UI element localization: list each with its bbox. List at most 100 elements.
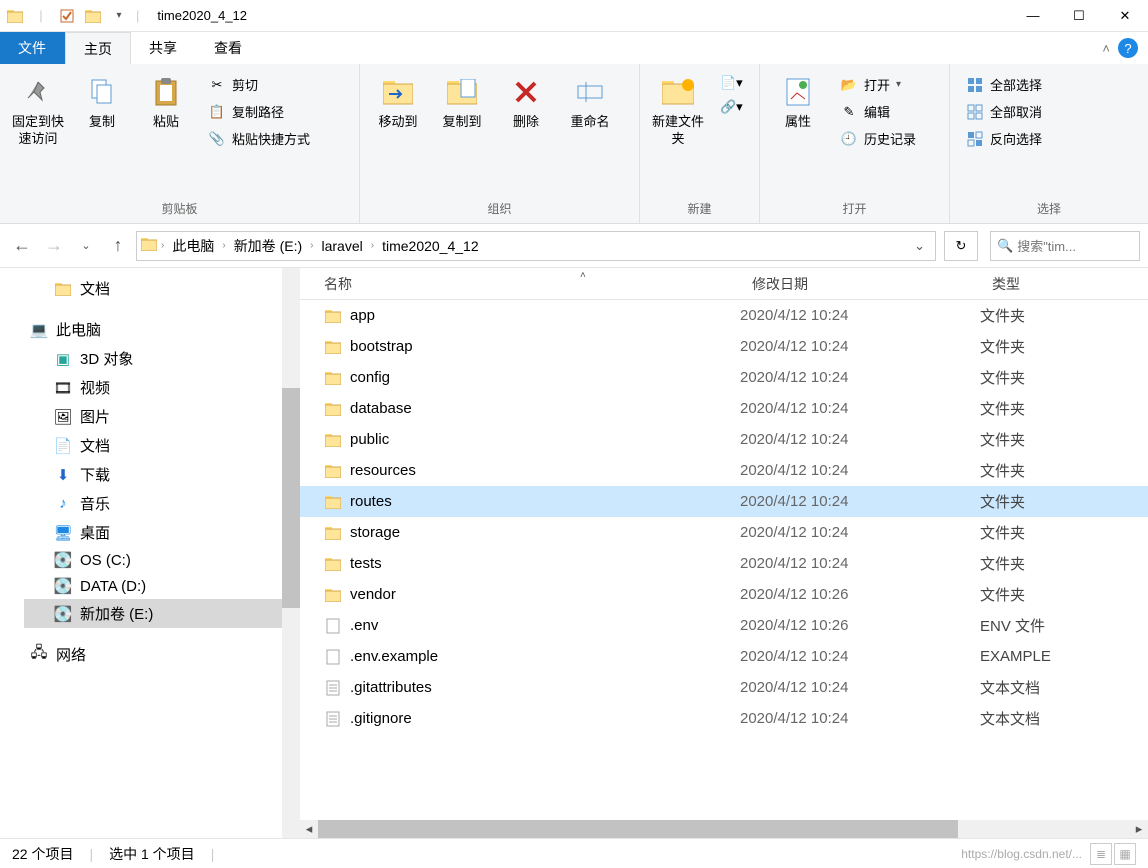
pasteshortcut-button[interactable]: 📎粘贴快捷方式 <box>202 126 316 151</box>
file-row[interactable]: .gitignore2020/4/12 10:24文本文档 <box>300 703 1148 734</box>
col-type[interactable]: 类型 <box>980 274 1148 294</box>
invert-icon <box>966 130 984 148</box>
file-date: 2020/4/12 10:24 <box>740 679 980 696</box>
chevron-right-icon[interactable]: › <box>308 240 315 251</box>
tree-downloads[interactable]: ⬇下载 <box>24 460 300 489</box>
nav-row: ← → ⌄ ↑ › 此电脑 › 新加卷 (E:) › laravel › tim… <box>0 224 1148 268</box>
minimize-button[interactable]: ― <box>1010 0 1056 32</box>
file-row[interactable]: resources2020/4/12 10:24文件夹 <box>300 455 1148 486</box>
paste-button[interactable]: 粘贴 <box>134 70 198 135</box>
tree-documents2[interactable]: 📄文档 <box>24 431 300 460</box>
file-row[interactable]: vendor2020/4/12 10:26文件夹 <box>300 579 1148 610</box>
crumb-drive[interactable]: 新加卷 (E:) <box>230 234 306 258</box>
col-name[interactable]: 名称 <box>300 274 740 294</box>
file-name: resources <box>350 462 416 479</box>
collapse-ribbon-icon[interactable]: ˄ <box>1102 41 1110 56</box>
tree-desktop[interactable]: 🖥桌面 <box>24 518 300 547</box>
close-button[interactable]: ✕ <box>1102 0 1148 32</box>
tab-home[interactable]: 主页 <box>65 32 131 64</box>
open-button[interactable]: 📂打开▾ <box>834 72 922 97</box>
tree-osc[interactable]: 💽OS (C:) <box>24 547 300 573</box>
edit-button[interactable]: ✎编辑 <box>834 99 922 124</box>
breadcrumb-dropdown-icon[interactable]: ⌄ <box>908 238 931 254</box>
moveto-button[interactable]: 移动到 <box>366 70 430 135</box>
chevron-right-icon[interactable]: › <box>369 240 376 251</box>
chevron-right-icon[interactable]: › <box>159 240 166 251</box>
cube-icon: ▣ <box>54 350 72 368</box>
search-input[interactable]: 🔍 搜索"tim... <box>990 231 1140 261</box>
copy-button[interactable]: 复制 <box>70 70 134 135</box>
tree-3dobjects[interactable]: ▣3D 对象 <box>24 344 300 373</box>
file-row[interactable]: public2020/4/12 10:24文件夹 <box>300 424 1148 455</box>
file-row[interactable]: storage2020/4/12 10:24文件夹 <box>300 517 1148 548</box>
copyto-button[interactable]: 复制到 <box>430 70 494 135</box>
newitem-icon[interactable]: 📄▾ <box>714 72 749 94</box>
folder2-qat-icon[interactable] <box>84 7 102 25</box>
tab-view[interactable]: 查看 <box>196 32 261 64</box>
tab-file[interactable]: 文件 <box>0 32 65 64</box>
rename-button[interactable]: 重命名 <box>558 70 622 135</box>
file-list[interactable]: app2020/4/12 10:24文件夹bootstrap2020/4/12 … <box>300 300 1148 820</box>
file-name: tests <box>350 555 382 572</box>
copypath-button[interactable]: 📋复制路径 <box>202 99 316 124</box>
column-headers[interactable]: 名称 修改日期 类型 <box>300 268 1148 300</box>
icons-view-button[interactable]: ▦ <box>1114 843 1136 865</box>
newfolder-button[interactable]: 新建文件夹 <box>646 70 710 152</box>
tree-pictures[interactable]: 🖼图片 <box>24 402 300 431</box>
file-date: 2020/4/12 10:24 <box>740 493 980 510</box>
file-type: EXAMPLE <box>980 648 1148 665</box>
tree-thispc[interactable]: 💻此电脑 <box>24 315 300 344</box>
back-button[interactable]: ← <box>8 232 36 260</box>
file-row[interactable]: .gitattributes2020/4/12 10:24文本文档 <box>300 672 1148 703</box>
scroll-right-icon[interactable]: ▸ <box>1130 820 1148 838</box>
forward-button[interactable]: → <box>40 232 68 260</box>
crumb-pc[interactable]: 此电脑 <box>168 234 218 258</box>
maximize-button[interactable]: ☐ <box>1056 0 1102 32</box>
up-button[interactable]: ↑ <box>104 232 132 260</box>
selectnone-button[interactable]: 全部取消 <box>960 99 1048 124</box>
crumb-laravel[interactable]: laravel <box>317 236 366 256</box>
file-name: .env <box>350 617 378 634</box>
chevron-right-icon[interactable]: › <box>220 240 227 251</box>
refresh-button[interactable]: ↻ <box>944 231 978 261</box>
file-row[interactable]: routes2020/4/12 10:24文件夹 <box>300 486 1148 517</box>
col-date[interactable]: 修改日期 <box>740 274 980 294</box>
qat-dropdown-icon[interactable]: ▾ <box>110 7 128 25</box>
scroll-left-icon[interactable]: ◂ <box>300 820 318 838</box>
sidebar-scrollthumb[interactable] <box>282 388 300 608</box>
cut-button[interactable]: ✂剪切 <box>202 72 316 97</box>
crumb-current[interactable]: time2020_4_12 <box>378 236 483 256</box>
checkbox-qat-icon[interactable] <box>58 7 76 25</box>
tree-documents[interactable]: 文档 <box>24 274 300 303</box>
file-row[interactable]: tests2020/4/12 10:24文件夹 <box>300 548 1148 579</box>
file-row[interactable]: app2020/4/12 10:24文件夹 <box>300 300 1148 331</box>
delete-button[interactable]: 删除 <box>494 70 558 135</box>
details-view-button[interactable]: ≣ <box>1090 843 1112 865</box>
properties-button[interactable]: 属性 <box>766 70 830 135</box>
help-icon[interactable]: ? <box>1118 38 1138 58</box>
tree-videos[interactable]: 🎞视频 <box>24 373 300 402</box>
recent-dd-icon[interactable]: ⌄ <box>72 232 100 260</box>
file-row[interactable]: database2020/4/12 10:24文件夹 <box>300 393 1148 424</box>
invert-button[interactable]: 反向选择 <box>960 126 1048 151</box>
pin-button[interactable]: 固定到快速访问 <box>6 70 70 152</box>
tree-network[interactable]: 🖧网络 <box>24 640 300 669</box>
file-row[interactable]: bootstrap2020/4/12 10:24文件夹 <box>300 331 1148 362</box>
tree-newe[interactable]: 💽新加卷 (E:) <box>24 599 300 628</box>
file-row[interactable]: config2020/4/12 10:24文件夹 <box>300 362 1148 393</box>
hscroll-thumb[interactable] <box>318 820 958 838</box>
tab-share[interactable]: 共享 <box>131 32 196 64</box>
breadcrumb[interactable]: › 此电脑 › 新加卷 (E:) › laravel › time2020_4_… <box>136 231 936 261</box>
history-button[interactable]: 🕘历史记录 <box>834 126 922 151</box>
horizontal-scrollbar[interactable]: ◂ ▸ <box>300 820 1148 838</box>
file-row[interactable]: <">.env.example2020/4/12 10:24EXAMPLE <box>300 641 1148 672</box>
tree-music[interactable]: ♪音乐 <box>24 489 300 518</box>
selection-count: 选中 1 个项目 <box>109 844 195 864</box>
file-icon: <"> <box>324 648 342 666</box>
tree-datad[interactable]: 💽DATA (D:) <box>24 573 300 599</box>
easyaccess-icon[interactable]: 🔗▾ <box>714 96 749 118</box>
copy-icon <box>84 74 120 110</box>
file-row[interactable]: <">.env2020/4/12 10:26ENV 文件 <box>300 610 1148 641</box>
navigation-tree[interactable]: 文档 💻此电脑 ▣3D 对象 🎞视频 🖼图片 📄文档 ⬇下载 ♪音乐 🖥桌面 💽… <box>0 268 300 838</box>
selectall-button[interactable]: 全部选择 <box>960 72 1048 97</box>
